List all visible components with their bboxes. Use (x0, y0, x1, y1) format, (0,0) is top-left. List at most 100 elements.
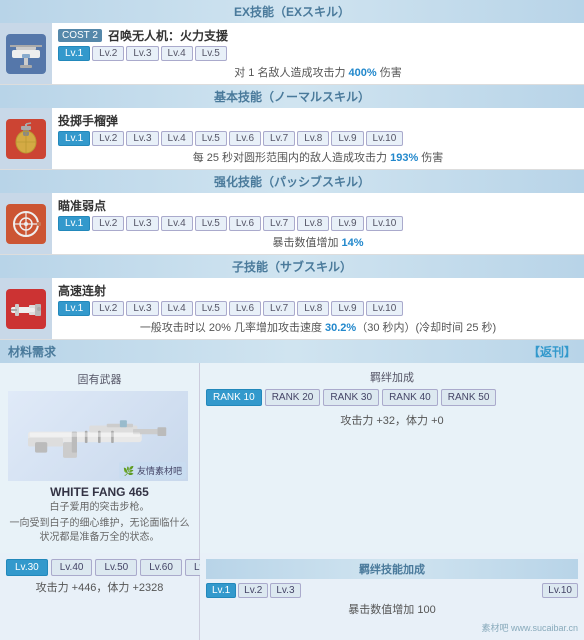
level-stat: 攻击力 +446，体力 +2328 (6, 579, 193, 595)
passive-bonus-section: 羁绊技能加成 Lv.1 Lv.2 Lv.3 Lv.10 暴击数值增加 100 素… (200, 553, 584, 640)
normal-level-2[interactable]: Lv.2 (92, 131, 124, 146)
sub-skill-desc: 一般攻击时以 20% 几率增加攻击速度 30.2%（30 秒内）(冷却时间 25… (58, 319, 578, 335)
normal-level-1[interactable]: Lv.1 (58, 131, 90, 146)
ex-level-5[interactable]: Lv.5 (195, 46, 227, 61)
passive-level-3[interactable]: Lv.3 (126, 216, 158, 231)
weapon-subdesc-2: 一向受到白子的细心维护，无论面临什么状况都是准备万全的状态。 (8, 517, 191, 545)
sub-level-8[interactable]: Lv.8 (297, 301, 329, 316)
ex-skill-desc: 对 1 名敌人造成攻击力 400% 伤害 (58, 64, 578, 80)
normal-level-7[interactable]: Lv.7 (263, 131, 295, 146)
sub-skill-header: 子技能（サブスキル） (0, 255, 584, 278)
rank-10-btn[interactable]: RANK 10 (206, 389, 262, 406)
normal-level-4[interactable]: Lv.4 (161, 131, 193, 146)
weapon-title: 固有武器 (8, 371, 191, 387)
scope-icon (9, 207, 43, 241)
sub-skill-name: 高速连射 (58, 282, 106, 299)
passive-skill-content: 瞄准弱点 Lv.1 Lv.2 Lv.3 Lv.4 Lv.5 Lv.6 Lv.7 … (52, 193, 584, 254)
ex-skill-name: 召唤无人机：火力支援 (108, 27, 228, 44)
ex-level-4[interactable]: Lv.4 (161, 46, 193, 61)
sub-level-1[interactable]: Lv.1 (58, 301, 90, 316)
sub-level-7[interactable]: Lv.7 (263, 301, 295, 316)
passive-level-6[interactable]: Lv.6 (229, 216, 261, 231)
passive-level-5[interactable]: Lv.5 (195, 216, 227, 231)
sub-level-9[interactable]: Lv.9 (331, 301, 363, 316)
bonus-title: 羁绊加成 (206, 369, 578, 385)
passive-level-1[interactable]: Lv.1 (58, 216, 90, 231)
level-60-btn[interactable]: Lv.60 (140, 559, 182, 576)
passive-level-10[interactable]: Lv.10 (366, 216, 404, 231)
grenade-icon (9, 122, 43, 156)
passive-bonus-header: 羁绊技能加成 (206, 559, 578, 579)
bonus-stats: 攻击力 +32，体力 +0 (206, 412, 578, 428)
passive-level-buttons: Lv.1 Lv.2 Lv.3 Lv.10 (206, 583, 578, 598)
normal-level-10[interactable]: Lv.10 (366, 131, 404, 146)
rank-40-btn[interactable]: RANK 40 (382, 389, 438, 406)
passive-lv1-btn[interactable]: Lv.1 (206, 583, 236, 598)
sub-skill-section: 子技能（サブスキル） 高速连射 Lv.1 Lv.2 (0, 255, 584, 340)
passive-skill-header: 强化技能（パッシブスキル） (0, 170, 584, 193)
materials-title: 材料需求 (8, 343, 56, 360)
sub-level-4[interactable]: Lv.4 (161, 301, 193, 316)
passive-lv3-btn[interactable]: Lv.3 (270, 583, 300, 598)
materials-body: 固有武器 (0, 363, 584, 553)
passive-level-4[interactable]: Lv.4 (161, 216, 193, 231)
normal-skill-name: 投掷手榴弹 (58, 112, 118, 129)
watermark: 🌿 友情素材吧 (123, 464, 182, 477)
rank-50-btn[interactable]: RANK 50 (441, 389, 497, 406)
rank-buttons: RANK 10 RANK 20 RANK 30 RANK 40 RANK 50 (206, 389, 578, 406)
ex-level-3[interactable]: Lv.3 (126, 46, 158, 61)
passive-level-8[interactable]: Lv.8 (297, 216, 329, 231)
watermark-text: 素材吧 www.sucaibar.cn (206, 621, 578, 634)
normal-skill-icon-area (0, 108, 52, 169)
weapon-subdesc-1: 白子爱用的突击步枪。 (8, 501, 191, 515)
normal-level-5[interactable]: Lv.5 (195, 131, 227, 146)
ex-skill-cost: COST 2 (58, 29, 102, 42)
level-50-btn[interactable]: Lv.50 (95, 559, 137, 576)
sub-level-3[interactable]: Lv.3 (126, 301, 158, 316)
sub-level-6[interactable]: Lv.6 (229, 301, 261, 316)
rank-20-btn[interactable]: RANK 20 (265, 389, 321, 406)
sub-skill-icon-area (0, 278, 52, 339)
return-button[interactable]: 【返刊】 (528, 343, 576, 360)
passive-level-2[interactable]: Lv.2 (92, 216, 124, 231)
weapon-name: WHITE FANG 465 (8, 485, 191, 499)
passive-lv2-btn[interactable]: Lv.2 (238, 583, 268, 598)
ex-skill-icon-area (0, 23, 52, 84)
normal-level-9[interactable]: Lv.9 (331, 131, 363, 146)
passive-skill-section: 强化技能（パッシブスキル） 瞄准弱点 Lv.1 Lv.2 Lv (0, 170, 584, 255)
bonus-section: 羁绊加成 RANK 10 RANK 20 RANK 30 RANK 40 RAN… (200, 363, 584, 553)
normal-level-3[interactable]: Lv.3 (126, 131, 158, 146)
materials-section: 材料需求 【返刊】 固有武器 (0, 340, 584, 640)
normal-skill-section: 基本技能（ノーマルスキル） 投掷手榴弹 Lv.1 (0, 85, 584, 170)
level-30-btn[interactable]: Lv.30 (6, 559, 48, 576)
level-40-btn[interactable]: Lv.40 (51, 559, 93, 576)
weapon-image-area: 🌿 友情素材吧 (8, 391, 188, 481)
normal-skill-content: 投掷手榴弹 Lv.1 Lv.2 Lv.3 Lv.4 Lv.5 Lv.6 Lv.7… (52, 108, 584, 169)
level-buttons-row: Lv.30 Lv.40 Lv.50 Lv.60 Lv.70 (6, 559, 193, 576)
passive-level-7[interactable]: Lv.7 (263, 216, 295, 231)
passive-level-9[interactable]: Lv.9 (331, 216, 363, 231)
sub-level-10[interactable]: Lv.10 (366, 301, 404, 316)
passive-skill-name: 瞄准弱点 (58, 197, 106, 214)
materials-header: 材料需求 【返刊】 (0, 340, 584, 363)
sub-skill-content: 高速连射 Lv.1 Lv.2 Lv.3 Lv.4 Lv.5 Lv.6 Lv.7 … (52, 278, 584, 339)
sub-level-2[interactable]: Lv.2 (92, 301, 124, 316)
passive-skill-levels: Lv.1 Lv.2 Lv.3 Lv.4 Lv.5 Lv.6 Lv.7 Lv.8 … (58, 216, 578, 231)
passive-skill-icon-area (0, 193, 52, 254)
ex-level-2[interactable]: Lv.2 (92, 46, 124, 61)
sub-skill-levels: Lv.1 Lv.2 Lv.3 Lv.4 Lv.5 Lv.6 Lv.7 Lv.8 … (58, 301, 578, 316)
normal-level-8[interactable]: Lv.8 (297, 131, 329, 146)
sub-level-5[interactable]: Lv.5 (195, 301, 227, 316)
helicopter-icon (8, 36, 44, 72)
ex-skill-section: EX技能（EXスキル） COST 2 召唤无人机：火力支援 Lv.1 (0, 0, 584, 85)
passive-skill-desc: 暴击数值增加 14% (58, 234, 578, 250)
bottom-section: Lv.30 Lv.40 Lv.50 Lv.60 Lv.70 攻击力 +446，体… (0, 553, 584, 640)
rank-30-btn[interactable]: RANK 30 (323, 389, 379, 406)
ex-level-1[interactable]: Lv.1 (58, 46, 90, 61)
passive-lv10-btn[interactable]: Lv.10 (542, 583, 578, 598)
normal-skill-levels: Lv.1 Lv.2 Lv.3 Lv.4 Lv.5 Lv.6 Lv.7 Lv.8 … (58, 131, 578, 146)
normal-level-6[interactable]: Lv.6 (229, 131, 261, 146)
normal-skill-desc: 每 25 秒对圆形范围内的敌人造成攻击力 193% 伤害 (58, 149, 578, 165)
machinegun-icon (9, 292, 43, 326)
normal-skill-header: 基本技能（ノーマルスキル） (0, 85, 584, 108)
